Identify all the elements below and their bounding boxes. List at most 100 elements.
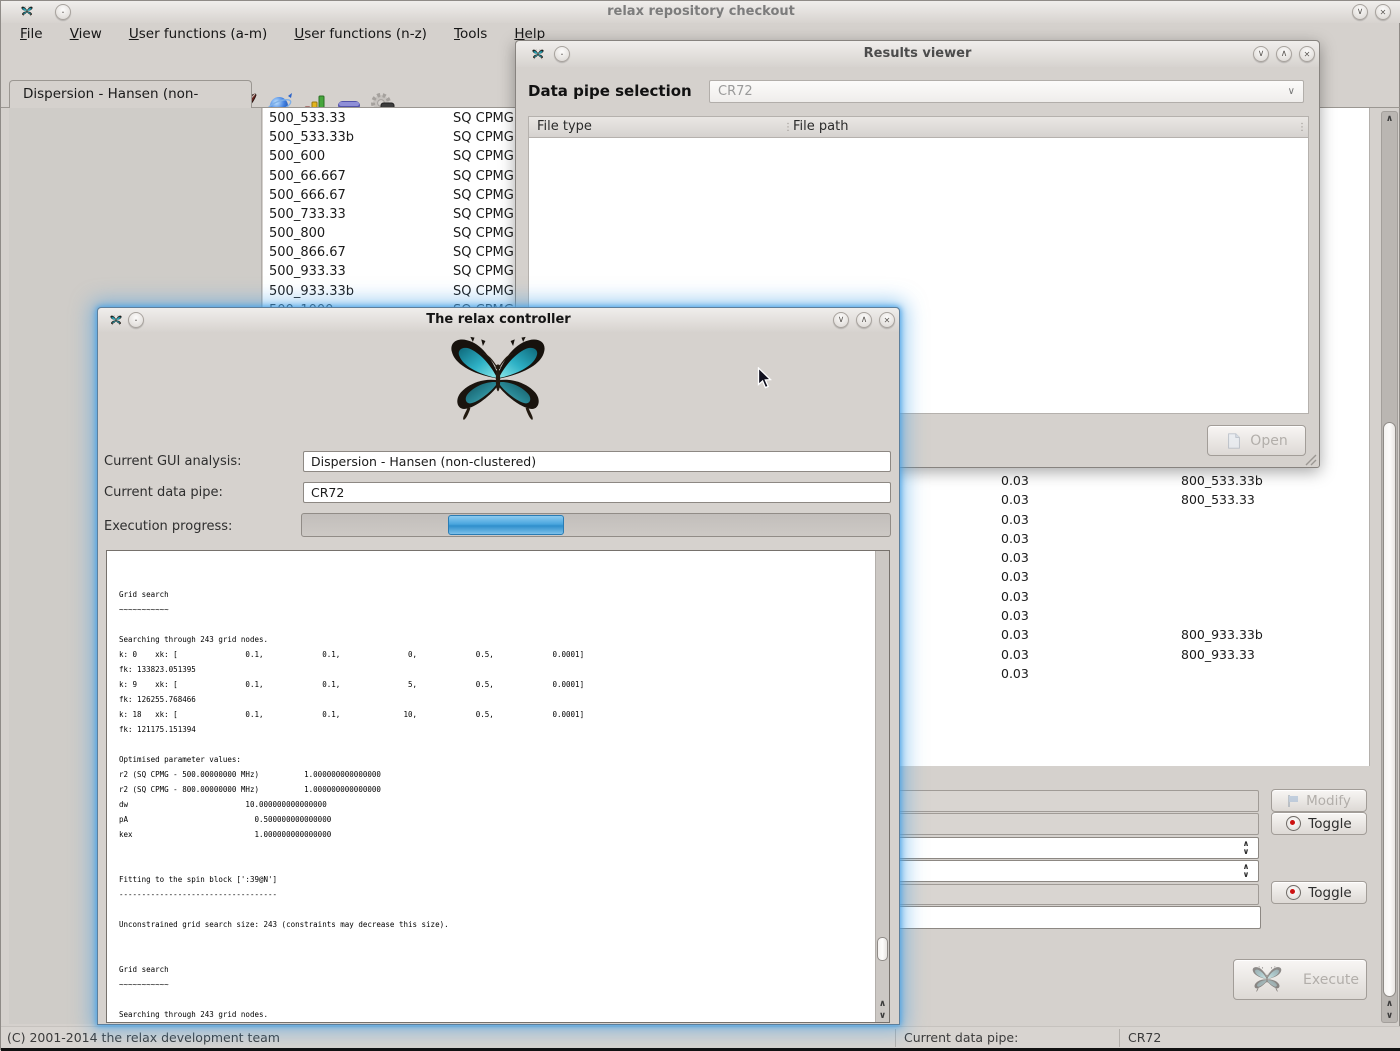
results-viewer-titlebar: Results viewer <box>516 41 1319 67</box>
spectrum-type-cell: SQ CPMG <box>453 109 514 128</box>
menu-user-functions-a-m[interactable]: User functions (a-m) <box>118 23 278 45</box>
toggle-button-2[interactable]: Toggle <box>1271 881 1367 904</box>
table-row[interactable]: 0.03 800_933.33b <box>921 625 1371 644</box>
menu-view[interactable]: View <box>59 23 113 45</box>
spinner-arrows-icon[interactable] <box>1239 862 1253 880</box>
experiment-cell: 800_533.33b <box>1181 471 1263 490</box>
resize-grip-icon[interactable] <box>1304 453 1317 466</box>
spectrum-id-cell: 500_666.67 <box>269 186 346 205</box>
data-pipe-field[interactable]: CR72 <box>303 482 891 503</box>
spectrum-id-cell: 500_533.33b <box>269 128 354 147</box>
spectrum-type-cell: SQ CPMG <box>453 147 514 166</box>
radio-icon <box>1286 885 1301 900</box>
relax-butterfly-logo <box>398 336 598 424</box>
main-window-title: relax repository checkout <box>1 0 1400 24</box>
maximize-button[interactable] <box>856 312 872 328</box>
column-file-path[interactable]: File path <box>793 117 848 137</box>
scroll-up-icon[interactable] <box>1382 112 1397 125</box>
maximize-button[interactable] <box>1276 46 1292 62</box>
chevron-down-icon: ∨ <box>1288 81 1295 103</box>
scroll-up-icon[interactable] <box>1382 998 1397 1010</box>
experiment-cell: 800_533.33 <box>1181 490 1255 509</box>
close-button[interactable] <box>1375 4 1391 20</box>
time-cell: 0.03 <box>1001 625 1029 644</box>
menu-tools[interactable]: Tools <box>443 23 498 45</box>
radio-icon <box>1286 816 1301 831</box>
spectrum-id-cell: 500_600 <box>269 147 325 166</box>
main-scrollbar[interactable] <box>1381 111 1398 1023</box>
minimize-button[interactable] <box>833 312 849 328</box>
toggle-button-1[interactable]: Toggle <box>1271 812 1367 835</box>
column-separator[interactable] <box>1297 117 1307 138</box>
scroll-up-icon[interactable] <box>876 998 889 1010</box>
open-label: Open <box>1250 433 1287 449</box>
menu-file[interactable]: File <box>9 23 54 45</box>
spectra-values: 0.03800_533.33b 0.03800_533.33 0.03 0.03… <box>921 471 1371 683</box>
spectrum-type-cell: SQ CPMG <box>453 282 514 301</box>
log-scrollbar[interactable] <box>875 551 889 1022</box>
time-cell: 0.03 <box>1001 606 1029 625</box>
controller-titlebar: The relax controller <box>98 308 899 332</box>
table-row[interactable]: 0.03 <box>921 606 1371 625</box>
status-pipe-label: Current data pipe: <box>904 1027 1018 1049</box>
time-cell: 0.03 <box>1001 567 1029 586</box>
file-table-header: File type File path <box>528 116 1309 138</box>
spectrum-id-cell: 500_933.33 <box>269 262 346 281</box>
spectrum-id-cell: 500_533.33 <box>269 109 346 128</box>
toggle-label: Toggle <box>1308 885 1351 901</box>
scroll-down-icon[interactable] <box>876 1010 889 1022</box>
modify-button[interactable]: Modify <box>1271 789 1367 812</box>
table-row[interactable]: 0.03 <box>921 548 1371 567</box>
minimize-button[interactable] <box>1352 4 1368 20</box>
time-cell: 0.03 <box>1001 548 1029 567</box>
status-pipe-value: CR72 <box>1128 1027 1161 1049</box>
spectrum-id-cell: 500_800 <box>269 224 325 243</box>
butterfly-icon <box>1241 966 1293 993</box>
spectrum-id-cell: 500_66.667 <box>269 167 346 186</box>
modify-label: Modify <box>1306 793 1351 809</box>
scroll-down-icon[interactable] <box>1382 1010 1397 1022</box>
spectrum-type-cell: SQ CPMG <box>453 205 514 224</box>
table-row[interactable]: 0.03800_933.33 <box>921 645 1371 664</box>
gui-analysis-field[interactable]: Dispersion - Hansen (non-clustered) <box>303 451 891 472</box>
relax-controller-window: The relax controller Current GUI analysi… <box>97 307 900 1025</box>
progress-bar <box>301 513 891 537</box>
table-row[interactable]: 0.03800_533.33 <box>921 490 1371 509</box>
close-button[interactable] <box>879 312 895 328</box>
log-area[interactable]: Grid search ~~~~~~~~~~~ Searching throug… <box>106 550 890 1023</box>
spectrum-id-cell: 500_866.67 <box>269 243 346 262</box>
spinner-arrows-icon[interactable] <box>1239 839 1253 857</box>
column-separator[interactable] <box>783 117 793 138</box>
open-button[interactable]: Open <box>1207 425 1306 456</box>
table-row[interactable]: 0.03 <box>921 664 1371 683</box>
flag-icon <box>1287 795 1299 807</box>
tab-dispersion-hansen[interactable]: Dispersion - Hansen (non-clustered) <box>9 80 252 108</box>
column-file-type[interactable]: File type <box>537 117 592 137</box>
close-button[interactable] <box>1299 46 1315 62</box>
progress-label: Execution progress: <box>104 519 232 534</box>
gui-analysis-value: Dispersion - Hansen (non-clustered) <box>311 454 536 469</box>
time-cell: 0.03 <box>1001 645 1029 664</box>
table-row[interactable]: 0.03 <box>921 567 1371 586</box>
results-viewer-title: Results viewer <box>516 42 1319 66</box>
spectrum-type-cell: SQ CPMG <box>453 262 514 281</box>
menu-user-functions-n-z[interactable]: User functions (n-z) <box>283 23 438 45</box>
controller-title: The relax controller <box>98 308 899 332</box>
spectrum-type-cell: SQ CPMG <box>453 186 514 205</box>
execute-label: Execute <box>1303 972 1359 988</box>
toggle-label: Toggle <box>1308 816 1351 832</box>
spectrum-id-cell: 500_933.33b <box>269 282 354 301</box>
table-row[interactable]: 0.03 <box>921 587 1371 606</box>
table-row[interactable]: 0.03 <box>921 510 1371 529</box>
scrollbar-thumb[interactable] <box>1383 422 1396 997</box>
time-cell: 0.03 <box>1001 471 1029 490</box>
experiment-cell: 800_933.33b <box>1181 625 1263 644</box>
time-cell: 0.03 <box>1001 664 1029 683</box>
log-scrollbar-thumb[interactable] <box>877 937 888 961</box>
data-pipe-label: Current data pipe: <box>104 485 223 500</box>
execute-button[interactable]: Execute <box>1233 959 1367 1000</box>
pipe-selection-combobox[interactable]: CR72 ∨ <box>709 80 1304 103</box>
minimize-button[interactable] <box>1253 46 1269 62</box>
table-row[interactable]: 0.03 <box>921 529 1371 548</box>
table-row[interactable]: 0.03 800_533.33b <box>921 471 1371 490</box>
